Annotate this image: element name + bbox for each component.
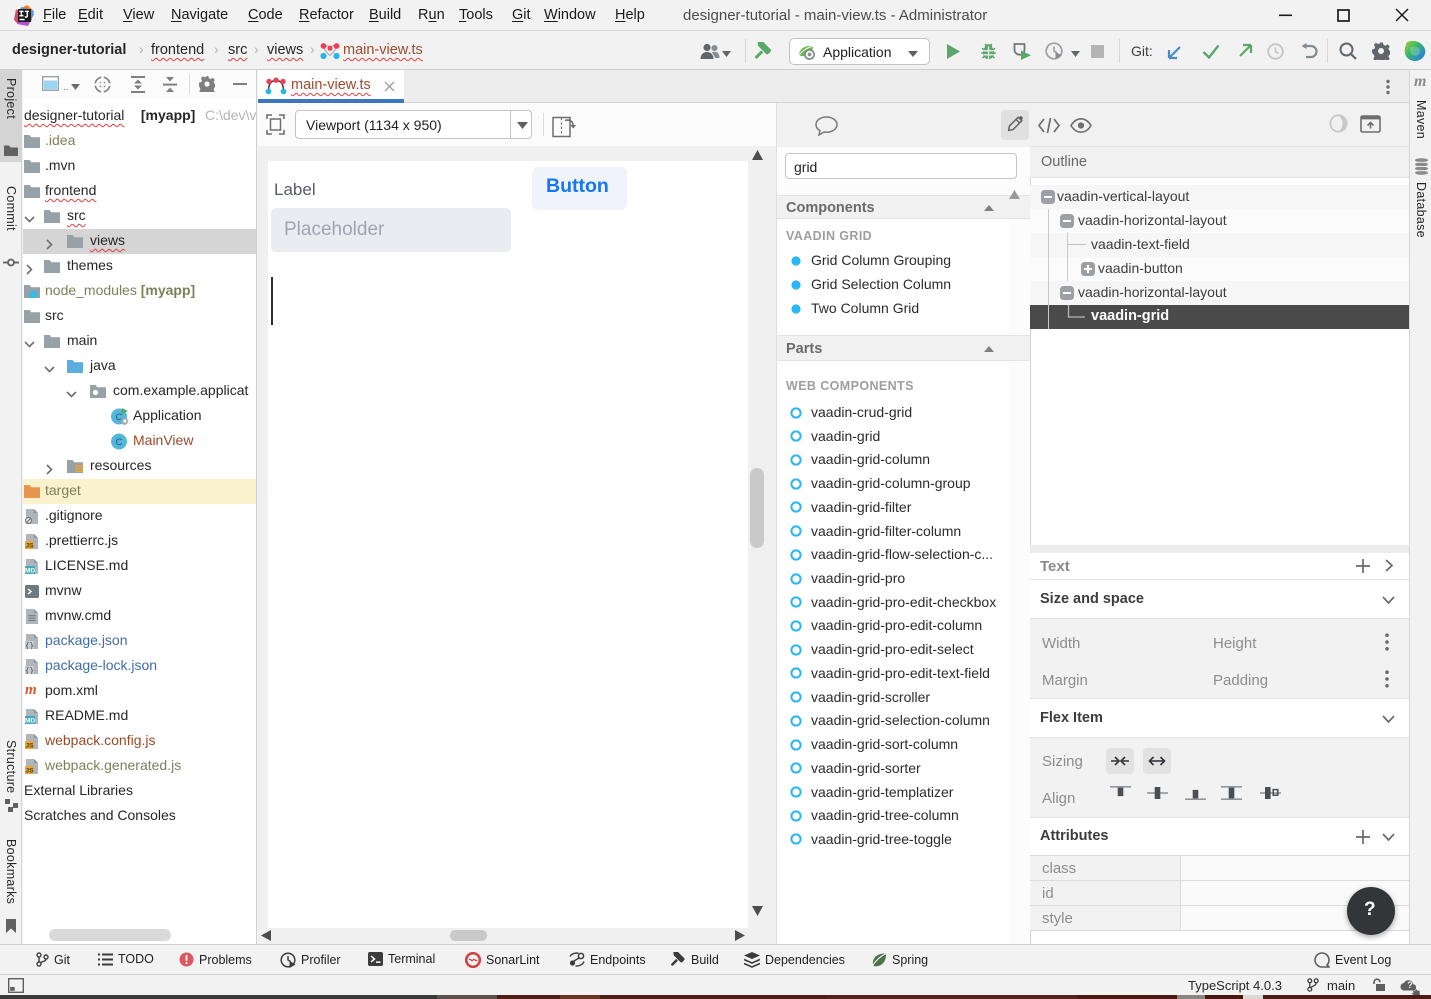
svg-text:JS: JS [26, 768, 35, 774]
svg-text:JS: JS [26, 543, 35, 549]
svg-text:C: C [116, 437, 123, 448]
svg-text:{}: {} [25, 668, 34, 674]
svg-text:JS: JS [26, 743, 35, 749]
svg-text:MD: MD [25, 718, 35, 724]
svg-text:{}: {} [25, 643, 34, 649]
svg-text:?: ? [1407, 980, 1413, 990]
svg-text:MD: MD [25, 568, 35, 574]
